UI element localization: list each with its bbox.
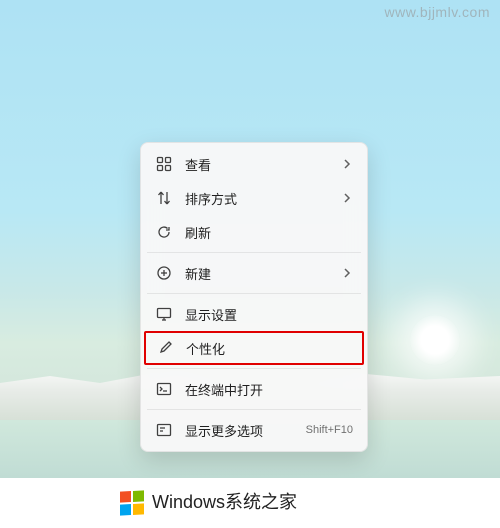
highlight-annotation: 个性化	[144, 331, 364, 365]
chevron-right-icon	[341, 193, 353, 203]
source-attribution-bar: Windows系统之家	[0, 478, 500, 528]
attribution-suffix: 系统之家	[225, 492, 297, 512]
menu-separator	[147, 368, 361, 369]
desktop-context-menu: 查看 排序方式 刷新 新建	[140, 142, 368, 452]
chevron-right-icon	[341, 159, 353, 169]
menu-item-personalize[interactable]: 个性化	[146, 333, 362, 363]
menu-label: 刷新	[185, 223, 353, 242]
menu-label: 新建	[185, 264, 341, 283]
windows-logo-icon	[120, 490, 144, 515]
chevron-right-icon	[341, 268, 353, 278]
menu-label: 排序方式	[185, 189, 341, 208]
menu-shortcut: Shift+F10	[306, 424, 353, 436]
menu-item-sort[interactable]: 排序方式	[145, 181, 363, 215]
menu-item-more-options[interactable]: 显示更多选项 Shift+F10	[145, 413, 363, 447]
menu-separator	[147, 293, 361, 294]
plus-circle-icon	[155, 264, 173, 282]
menu-label: 个性化	[186, 339, 352, 358]
watermark-url: www.bjjmlv.com	[384, 4, 490, 20]
menu-label: 显示设置	[185, 305, 353, 324]
attribution-brand: Windows	[152, 492, 225, 512]
menu-item-view[interactable]: 查看	[145, 147, 363, 181]
menu-item-refresh[interactable]: 刷新	[145, 215, 363, 249]
desktop-wallpaper[interactable]: www.bjjmlv.com 查看 排序方式 刷新	[0, 0, 500, 528]
refresh-icon	[155, 223, 173, 241]
menu-item-open-terminal[interactable]: 在终端中打开	[145, 372, 363, 406]
menu-label: 查看	[185, 155, 341, 174]
sort-icon	[155, 189, 173, 207]
menu-label: 在终端中打开	[185, 380, 353, 399]
grid-icon	[155, 155, 173, 173]
wallpaper-sun	[410, 315, 460, 365]
more-options-icon	[155, 421, 173, 439]
menu-item-new[interactable]: 新建	[145, 256, 363, 290]
menu-item-display-settings[interactable]: 显示设置	[145, 297, 363, 331]
attribution-text: Windows系统之家	[152, 493, 297, 513]
menu-separator	[147, 252, 361, 253]
monitor-icon	[155, 305, 173, 323]
menu-separator	[147, 409, 361, 410]
menu-label: 显示更多选项	[185, 421, 298, 440]
terminal-icon	[155, 380, 173, 398]
paintbrush-icon	[156, 339, 174, 357]
